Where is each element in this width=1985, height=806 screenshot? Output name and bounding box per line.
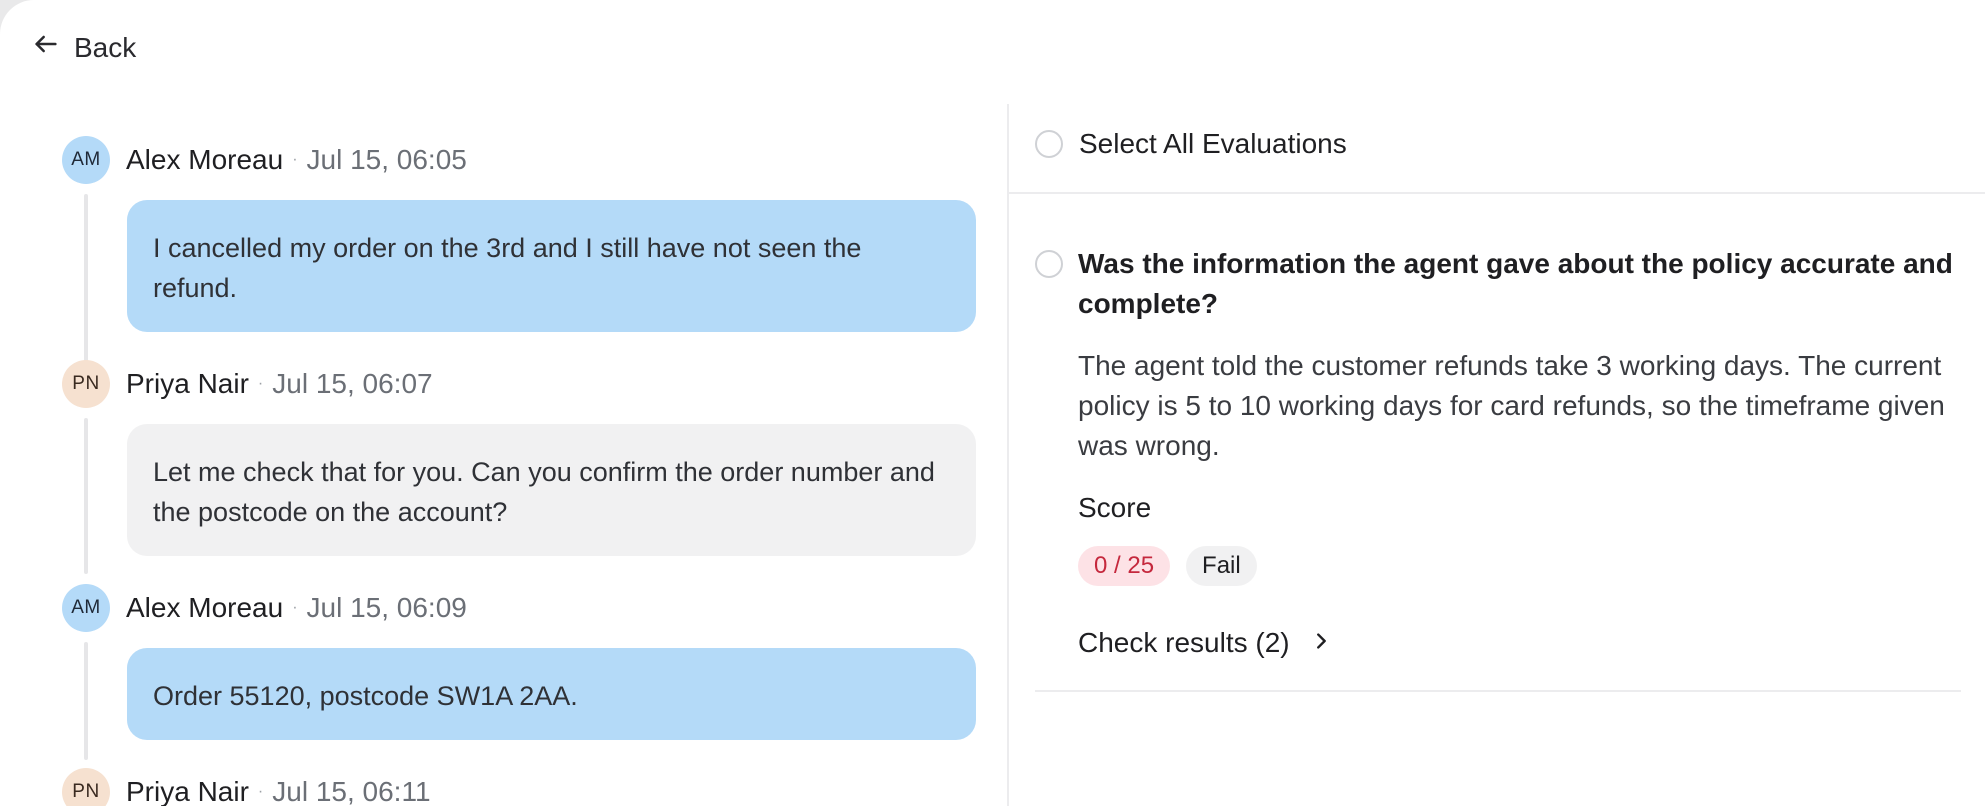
message-timestamp: Jul 15, 06:09 xyxy=(306,592,467,623)
check-results-label: Check results (2) xyxy=(1078,627,1290,658)
conversation-panel: AM Alex Moreau · Jul 15, 06:05 I cancell… xyxy=(0,104,1006,806)
message-header: AM Alex Moreau · Jul 15, 06:09 xyxy=(62,584,976,632)
app-window: Back AM Alex Moreau · Jul 15, 06:05 I ca… xyxy=(0,0,1985,806)
avatar: AM xyxy=(62,584,110,632)
message-author: Priya Nair xyxy=(126,368,249,399)
check-results-toggle[interactable]: Check results (2) xyxy=(1078,627,1332,659)
evaluation-explanation: The agent told the customer refunds take… xyxy=(1078,350,1945,461)
select-all-label: Select All Evaluations xyxy=(1079,128,1347,159)
message-bubble: I cancelled my order on the 3rd and I st… xyxy=(127,200,976,332)
score-badges: 0 / 25 Fail xyxy=(1078,546,1257,586)
evaluation-question: Was the information the agent gave about… xyxy=(1078,248,1953,319)
message-header: AM Alex Moreau · Jul 15, 06:05 xyxy=(62,136,976,184)
message-bubble: Order 55120, postcode SW1A 2AA. xyxy=(127,648,976,740)
message-item: AM Alex Moreau · Jul 15, 06:09 Order 551… xyxy=(62,584,976,760)
message-timestamp: Jul 15, 06:11 xyxy=(272,776,431,806)
meta-separator: · xyxy=(257,783,264,800)
message-item: AM Alex Moreau · Jul 15, 06:05 I cancell… xyxy=(62,136,976,366)
meta-separator: · xyxy=(292,599,298,616)
meta-separator: · xyxy=(292,151,298,168)
back-label: Back xyxy=(74,31,137,63)
avatar: AM xyxy=(62,136,110,184)
select-all-evaluations[interactable]: Select All Evaluations xyxy=(1035,128,1347,160)
select-all-radio[interactable] xyxy=(1035,130,1063,158)
thread-line xyxy=(84,194,88,366)
avatar: PN xyxy=(62,360,110,408)
message-author: Alex Moreau xyxy=(126,592,284,623)
evaluations-panel: Select All Evaluations Was the informati… xyxy=(1007,104,1985,806)
message-author: Alex Moreau xyxy=(126,144,284,175)
meta-separator: · xyxy=(257,375,264,392)
message-header: PN Priya Nair · Jul 15, 06:07 xyxy=(62,360,976,408)
message-bubble: Let me check that for you. Can you confi… xyxy=(127,424,976,556)
chevron-right-icon xyxy=(1310,627,1332,659)
message-item: PN Priya Nair · Jul 15, 06:11 xyxy=(62,768,976,806)
divider xyxy=(1009,192,1985,194)
score-badge: 0 / 25 xyxy=(1078,546,1171,586)
back-button[interactable]: Back xyxy=(32,30,136,65)
evaluation-select-radio[interactable] xyxy=(1035,250,1063,278)
arrow-left-icon xyxy=(32,30,60,65)
message-header: PN Priya Nair · Jul 15, 06:11 xyxy=(62,768,976,806)
divider xyxy=(1035,690,1961,692)
message-author: Priya Nair xyxy=(126,776,249,806)
status-badge: Fail xyxy=(1186,546,1257,586)
message-timestamp: Jul 15, 06:07 xyxy=(272,368,433,399)
score-label: Score xyxy=(1078,492,1152,523)
message-timestamp: Jul 15, 06:05 xyxy=(306,144,467,175)
thread-line xyxy=(84,642,88,760)
thread-line xyxy=(84,418,88,574)
avatar: PN xyxy=(62,768,110,806)
message-item: PN Priya Nair · Jul 15, 06:07 Let me che… xyxy=(62,360,976,574)
